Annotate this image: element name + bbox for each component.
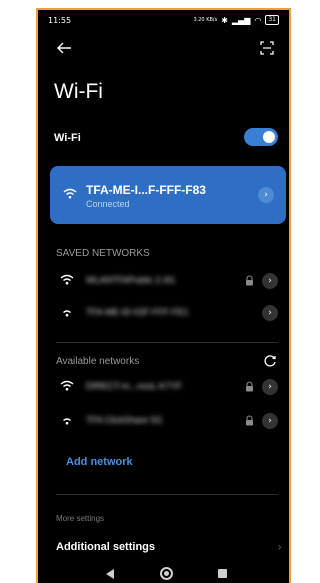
more-settings-header: More settings — [56, 514, 105, 523]
network-name: WLANTFAPublic 2.4G — [86, 275, 176, 285]
bluetooth-icon: ✱ — [221, 15, 228, 25]
available-networks-header: Available networks — [56, 356, 140, 367]
toggle-knob — [263, 131, 275, 143]
lock-icon — [246, 415, 253, 426]
available-network-row[interactable]: TFA ClickShare 5G › — [56, 410, 280, 432]
saved-network-row[interactable]: TFA-ME-ID-02F-FFF-FE1 › — [56, 302, 280, 324]
additional-settings-label: Additional settings — [56, 541, 155, 553]
wifi-icon — [63, 418, 71, 425]
lock-icon — [246, 275, 253, 286]
additional-settings-row[interactable]: Additional settings › — [56, 540, 282, 558]
battery-icon: 31 — [265, 15, 279, 25]
chevron-right-icon[interactable]: › — [262, 305, 278, 321]
wifi-icon — [63, 310, 71, 317]
status-time: 11:55 — [48, 16, 72, 25]
nav-home-icon[interactable] — [160, 567, 173, 580]
nav-back-icon[interactable] — [106, 569, 114, 579]
lock-icon — [246, 381, 253, 392]
chevron-right-icon[interactable]: › — [262, 273, 278, 289]
status-icons: 3.20 KB/s ✱ ▂▄▆ ◠ 31 — [193, 15, 279, 25]
connected-network-status: Connected — [86, 199, 130, 209]
signal-icon: ▂▄▆ — [231, 15, 251, 25]
connected-network-card[interactable]: TFA-ME-I...F-FFF-F83 Connected › — [50, 166, 286, 224]
system-nav-bar — [38, 566, 289, 583]
chevron-right-icon[interactable]: › — [258, 187, 274, 203]
divider — [56, 342, 278, 343]
wifi-icon — [63, 188, 77, 199]
page-title: Wi-Fi — [54, 80, 103, 103]
saved-networks-header: SAVED NETWORKS — [56, 248, 150, 259]
wifi-status-icon: ◠ — [254, 15, 262, 25]
qr-scan-icon[interactable] — [259, 40, 275, 56]
network-name: DIRECT-m...nosL-K7YF — [86, 381, 183, 391]
wifi-toggle-row[interactable]: Wi-Fi — [54, 126, 278, 150]
wifi-toggle-switch[interactable] — [244, 128, 278, 146]
available-network-row[interactable]: DIRECT-m...nosL-K7YF › — [56, 376, 280, 398]
divider — [56, 494, 278, 495]
wifi-icon — [60, 274, 74, 285]
back-arrow-icon[interactable] — [54, 38, 74, 58]
top-bar — [38, 36, 289, 62]
status-bar: 11:55 3.20 KB/s ✱ ▂▄▆ ◠ 31 — [38, 10, 289, 32]
refresh-icon[interactable] — [263, 354, 277, 368]
wifi-icon — [60, 380, 74, 391]
chevron-right-icon[interactable]: › — [262, 413, 278, 429]
add-network-link[interactable]: Add network — [66, 456, 133, 468]
net-speed: 3.20 KB/s — [193, 17, 218, 23]
chevron-right-icon: › — [277, 540, 282, 554]
network-name: TFA-ME-ID-02F-FFF-FE1 — [86, 307, 189, 317]
saved-network-row[interactable]: WLANTFAPublic 2.4G › — [56, 270, 280, 292]
phone-screen: 11:55 3.20 KB/s ✱ ▂▄▆ ◠ 31 Wi-Fi Wi-Fi T… — [36, 8, 291, 583]
nav-recents-icon[interactable] — [218, 569, 227, 578]
connected-network-name: TFA-ME-I...F-FFF-F83 — [86, 183, 206, 197]
wifi-toggle-label: Wi-Fi — [54, 132, 81, 144]
network-name: TFA ClickShare 5G — [86, 415, 163, 425]
chevron-right-icon[interactable]: › — [262, 379, 278, 395]
